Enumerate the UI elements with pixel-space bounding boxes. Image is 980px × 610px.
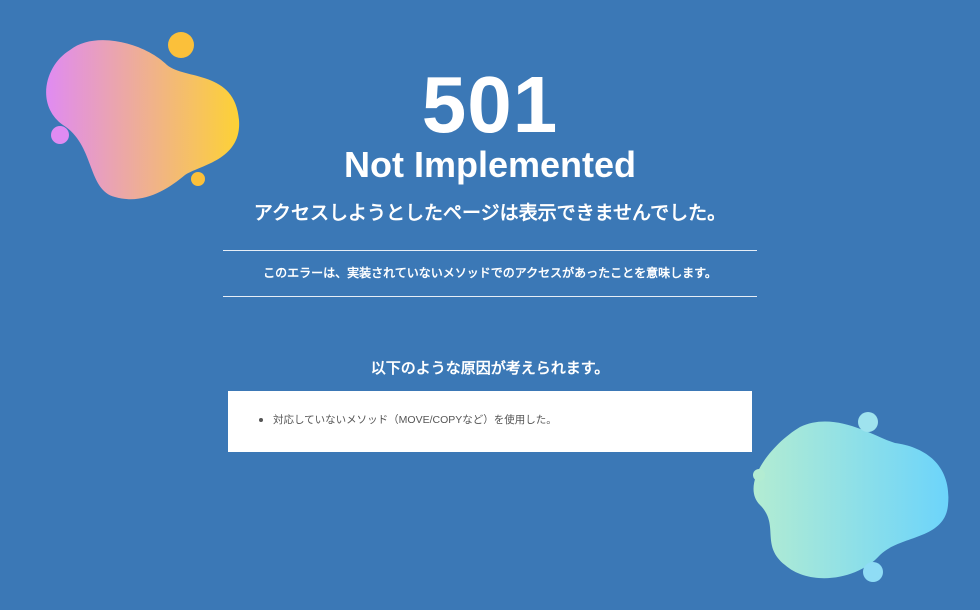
error-lead-message: アクセスしようとしたページは表示できませんでした。 — [253, 203, 727, 224]
list-item-text: 対応していないメソッド（MOVE/COPYなど）を使用した。 — [273, 414, 557, 426]
bullet-icon — [259, 418, 263, 422]
error-page: 501 Not Implemented アクセスしようとしたページは表示できませ… — [0, 0, 980, 610]
error-status-text: Not Implemented — [343, 144, 637, 185]
causes-list-box: 対応していないメソッド（MOVE/COPYなど）を使用した。 — [228, 391, 752, 452]
error-code: 501 — [421, 60, 559, 149]
error-meaning-text: このエラーは、実装されていないメソッドでのアクセスがあったことを意味します。 — [263, 266, 717, 280]
divider-top — [223, 250, 757, 251]
causes-heading: 以下のような原因が考えられます。 — [370, 360, 610, 377]
decorative-blob-bottom-right — [753, 412, 949, 582]
divider-bottom — [223, 296, 757, 297]
causes-list: 対応していないメソッド（MOVE/COPYなど）を使用した。 — [259, 412, 732, 428]
list-item: 対応していないメソッド（MOVE/COPYなど）を使用した。 — [259, 412, 732, 428]
